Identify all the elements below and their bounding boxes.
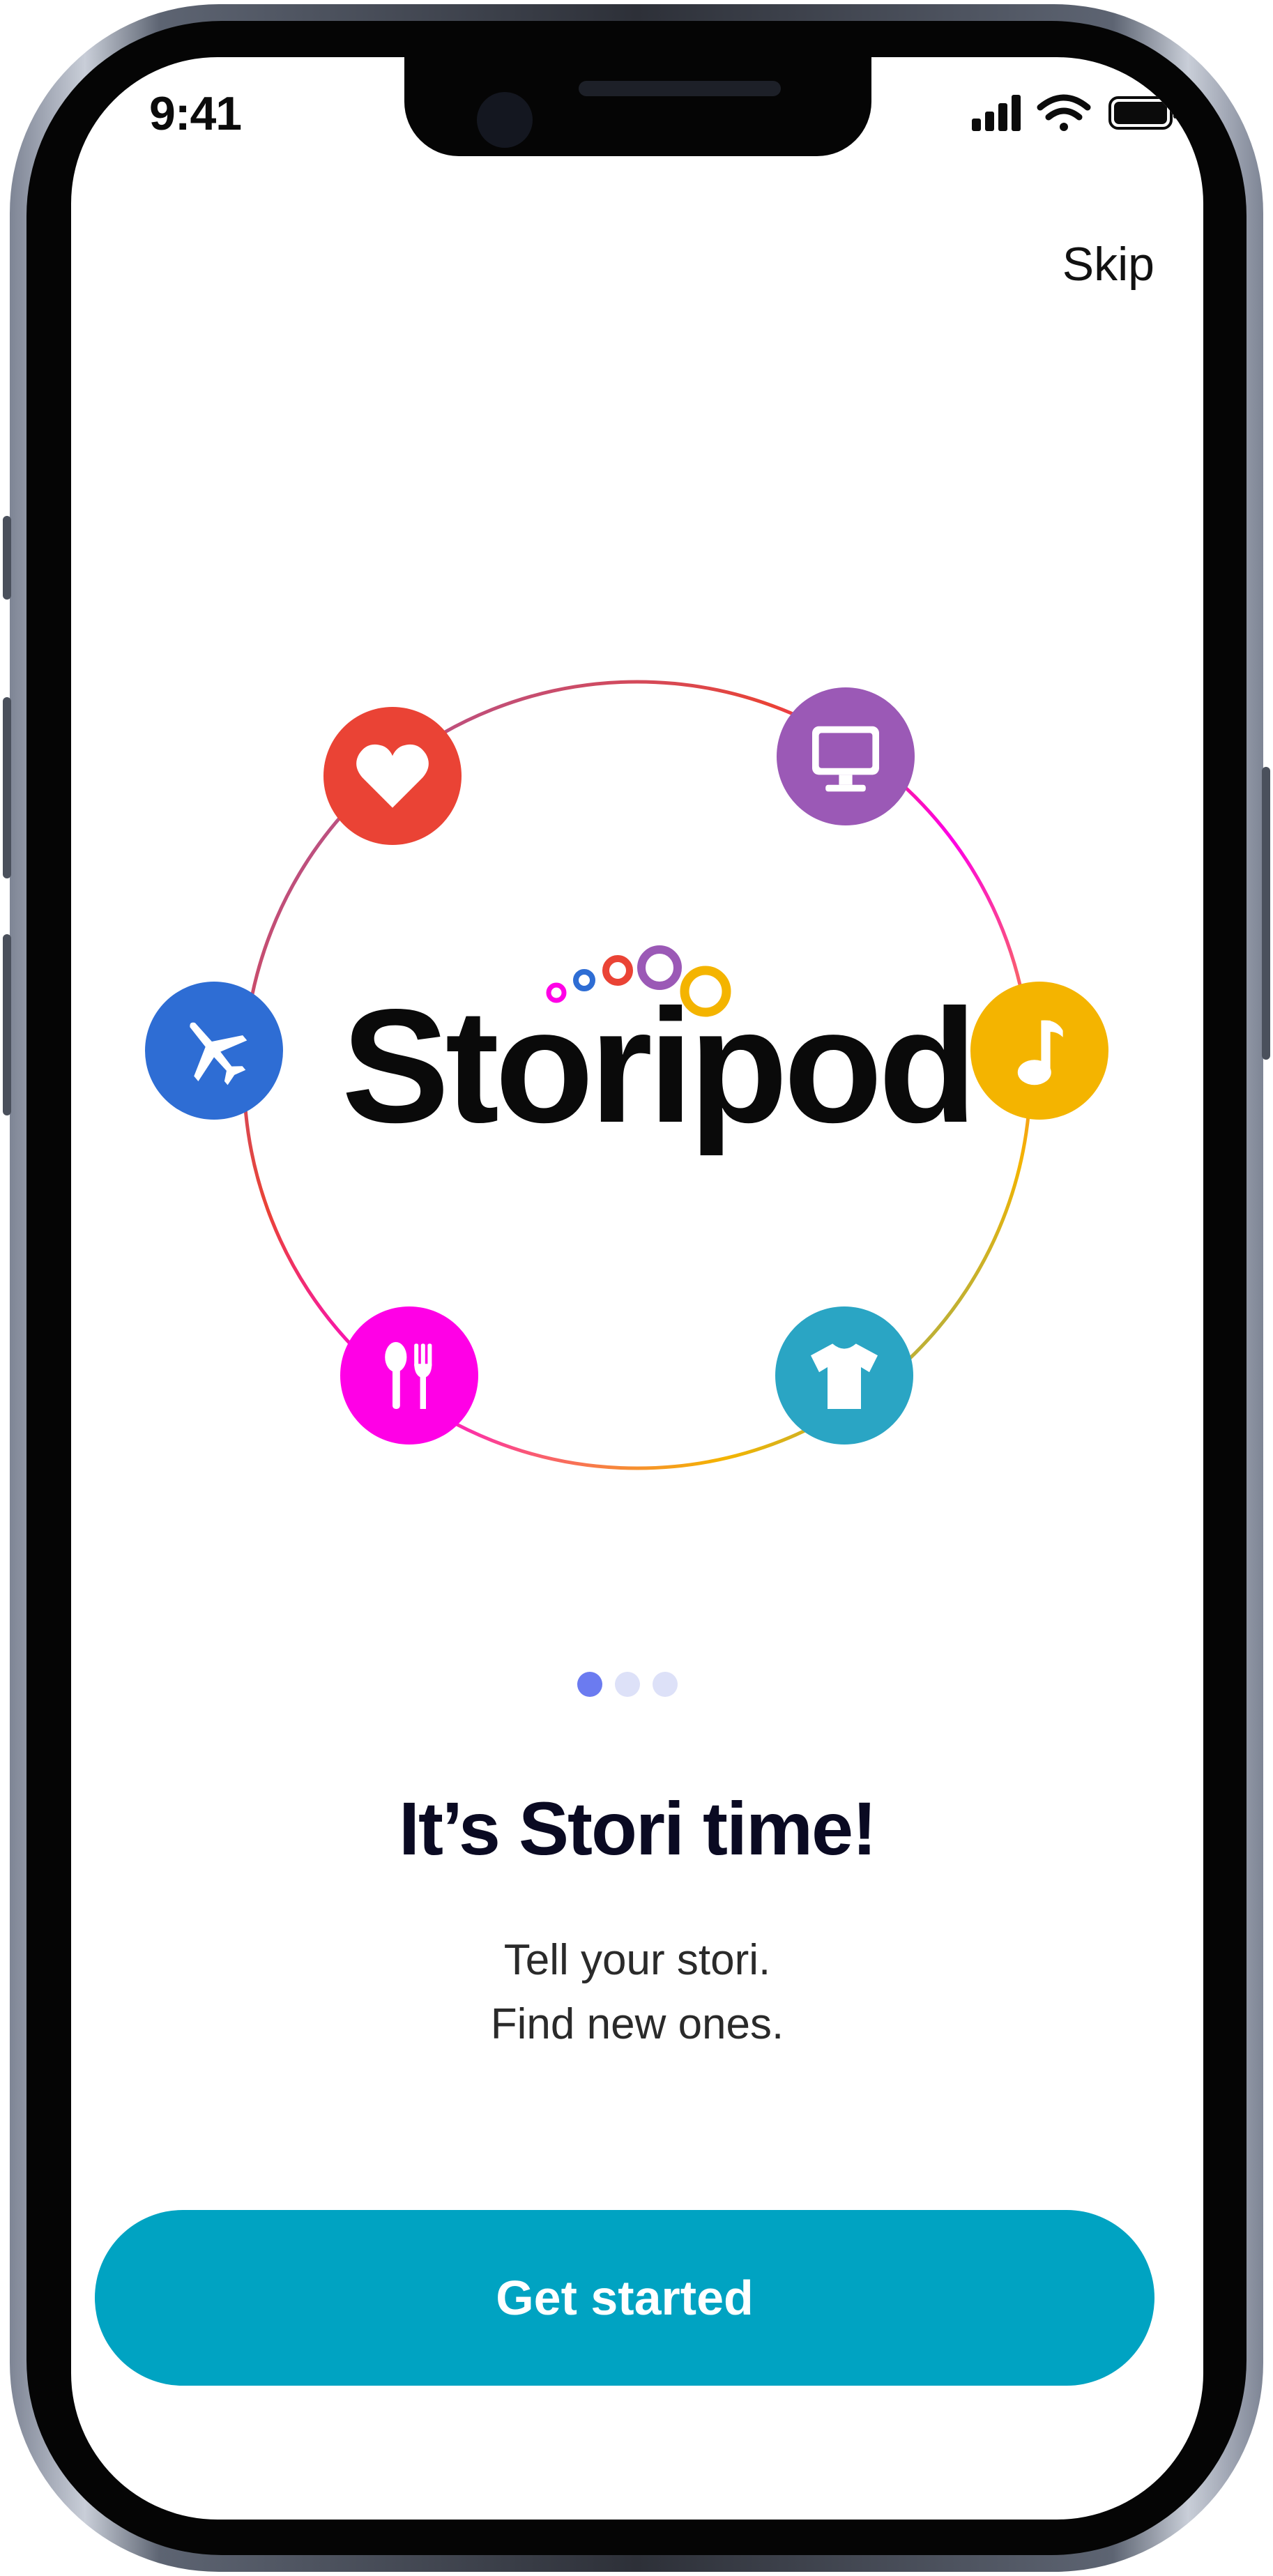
side-button-volume-down bbox=[3, 934, 11, 1115]
get-started-button[interactable]: Get started bbox=[95, 2210, 1154, 2386]
category-ring bbox=[242, 680, 1032, 1470]
side-button-power bbox=[1262, 767, 1270, 1060]
pagination-dots bbox=[577, 1672, 717, 1700]
heart-icon bbox=[356, 744, 429, 808]
subtitle-line-2: Find new ones. bbox=[490, 2000, 784, 2048]
fork-spoon-icon bbox=[385, 1342, 432, 1409]
tv-category-icon[interactable] bbox=[777, 687, 915, 825]
side-button-volume-up bbox=[3, 697, 11, 878]
tshirt-icon bbox=[811, 1343, 878, 1409]
monitor-icon bbox=[812, 726, 879, 792]
heart-category-icon[interactable] bbox=[323, 707, 462, 845]
screen: 9:41 Skip Storipod It’s Stori time! Tell… bbox=[71, 57, 1203, 2520]
pagination-dot-3[interactable] bbox=[653, 1672, 678, 1697]
side-button-silent bbox=[3, 516, 11, 600]
fashion-category-icon[interactable] bbox=[775, 1306, 913, 1445]
pagination-dot-1[interactable] bbox=[577, 1672, 602, 1697]
food-category-icon[interactable] bbox=[340, 1306, 478, 1445]
onboarding-headline: It’s Stori time! bbox=[398, 1786, 877, 1870]
music-note-icon bbox=[1017, 1020, 1063, 1085]
logo-wordmark: Storipod bbox=[342, 976, 977, 1157]
travel-category-icon[interactable] bbox=[145, 982, 283, 1120]
subtitle-line-1: Tell your stori. bbox=[503, 1936, 771, 1984]
pagination-dot-2[interactable] bbox=[615, 1672, 640, 1697]
storipod-logo: Storipod bbox=[342, 937, 977, 1148]
music-category-icon[interactable] bbox=[970, 982, 1108, 1120]
airplane-icon bbox=[190, 1022, 247, 1085]
onboarding-subtitle: Tell your stori. Find new ones. bbox=[71, 1928, 1203, 2057]
